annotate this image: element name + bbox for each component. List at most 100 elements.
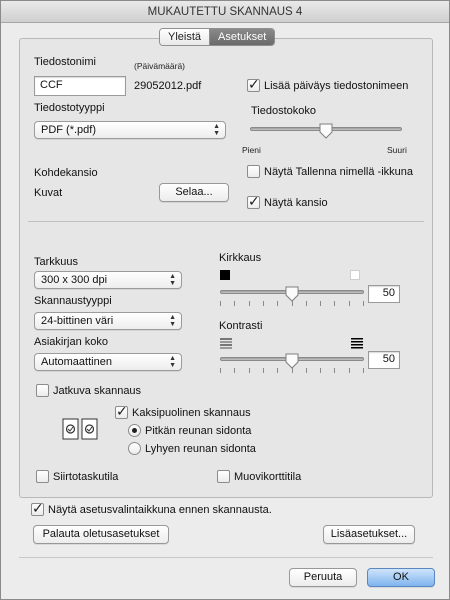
show-folder-box[interactable] xyxy=(247,193,260,210)
file-type-value: PDF (*.pdf) xyxy=(41,124,97,136)
plastic-card-checkbox[interactable]: Muovikorttitila xyxy=(217,470,301,483)
carrier-sheet-checkbox[interactable]: Siirtotaskutila xyxy=(36,470,118,483)
resolution-popup[interactable]: 300 x 300 dpi ▲ ▼ xyxy=(34,271,182,289)
updown-arrows-icon: ▲ ▼ xyxy=(169,355,176,369)
file-type-label: Tiedostotyyppi xyxy=(34,102,105,114)
add-date-checkbox[interactable]: Lisää päiväys tiedostonimeen xyxy=(247,76,409,93)
plastic-card-label: Muovikorttitila xyxy=(234,470,302,483)
add-date-label: Lisää päiväys tiedostonimeen xyxy=(264,79,409,92)
slider-tick xyxy=(220,368,221,373)
file-size-label: Tiedostokoko xyxy=(251,105,317,117)
duplex-scan-box[interactable] xyxy=(115,403,128,420)
black-square-icon xyxy=(220,270,230,280)
file-size-knob[interactable] xyxy=(319,123,333,139)
slider-tick xyxy=(334,368,335,373)
slider-tick xyxy=(363,368,364,373)
date-value: 29052012.pdf xyxy=(134,80,202,92)
contrast-ticks xyxy=(220,368,364,373)
contrast-label: Kontrasti xyxy=(219,320,263,332)
duplex-scan-checkbox[interactable]: Kaksipuolinen skannaus xyxy=(115,403,251,420)
long-edge-radio-button[interactable] xyxy=(128,424,141,437)
add-date-box[interactable] xyxy=(247,76,260,93)
contrast-knob[interactable] xyxy=(285,353,299,369)
file-type-popup[interactable]: PDF (*.pdf) ▲ ▼ xyxy=(34,121,226,139)
resolution-label: Tarkkuus xyxy=(34,256,79,268)
duplex-pages-icon xyxy=(62,418,98,440)
settings-panel: Tiedostonimi (Päivämäärä) CCF 29052012.p… xyxy=(19,38,433,498)
date-hint-label: (Päivämäärä) xyxy=(134,61,186,71)
slider-tick xyxy=(320,301,321,306)
high-contrast-icon xyxy=(351,338,363,349)
cancel-button[interactable]: Peruuta xyxy=(289,568,357,587)
slider-tick xyxy=(249,368,250,373)
show-save-as-checkbox[interactable]: Näytä Tallenna nimellä -ikkuna xyxy=(247,165,413,178)
slider-tick xyxy=(234,301,235,306)
brightness-value-field[interactable]: 50 xyxy=(368,285,400,303)
advanced-settings-button[interactable]: Lisäasetukset... xyxy=(323,525,415,544)
slider-tick xyxy=(306,301,307,306)
show-folder-label: Näytä kansio xyxy=(264,196,328,209)
plastic-card-box[interactable] xyxy=(217,470,230,483)
slider-tick xyxy=(363,301,364,306)
show-save-as-box[interactable] xyxy=(247,165,260,178)
scan-type-popup[interactable]: 24-bittinen väri ▲ ▼ xyxy=(34,312,182,330)
custom-scan-window: MUKAUTETTU SKANNAUS 4 Yleistä Asetukset … xyxy=(0,0,450,600)
show-dialog-label: Näytä asetusvalintaikkuna ennen skannaus… xyxy=(48,503,272,516)
slider-tick xyxy=(277,368,278,373)
show-dialog-box[interactable] xyxy=(31,500,44,517)
slider-tick xyxy=(349,368,350,373)
long-edge-label: Pitkän reunan sidonta xyxy=(145,424,252,437)
slider-tick xyxy=(292,368,293,373)
slider-tick xyxy=(263,368,264,373)
updown-arrows-icon: ▲ ▼ xyxy=(169,314,176,328)
brightness-knob[interactable] xyxy=(285,286,299,302)
short-edge-label: Lyhyen reunan sidonta xyxy=(145,442,256,455)
slider-tick xyxy=(334,301,335,306)
duplex-scan-label: Kaksipuolinen skannaus xyxy=(132,406,251,419)
scan-type-value: 24-bittinen väri xyxy=(41,315,114,327)
contrast-value-field[interactable]: 50 xyxy=(368,351,400,369)
tab-general[interactable]: Yleistä xyxy=(160,29,210,45)
tab-bar: Yleistä Asetukset xyxy=(159,28,276,46)
brightness-label: Kirkkaus xyxy=(219,252,262,264)
document-size-popup[interactable]: Automaattinen ▲ ▼ xyxy=(34,353,182,371)
show-save-as-label: Näytä Tallenna nimellä -ikkuna xyxy=(264,165,413,178)
destination-value: Kuvat xyxy=(34,187,63,199)
slider-tick xyxy=(234,368,235,373)
carrier-sheet-label: Siirtotaskutila xyxy=(53,470,119,483)
slider-tick xyxy=(263,301,264,306)
window-title: MUKAUTETTU SKANNAUS 4 xyxy=(1,1,449,23)
slider-tick xyxy=(220,301,221,306)
continuous-scan-checkbox[interactable]: Jatkuva skannaus xyxy=(36,384,141,397)
updown-arrows-icon: ▲ ▼ xyxy=(169,273,176,287)
file-size-min-label: Pieni xyxy=(242,145,261,155)
file-name-field[interactable]: CCF xyxy=(34,76,126,96)
footer-divider xyxy=(19,557,433,558)
long-edge-radio[interactable]: Pitkän reunan sidonta xyxy=(128,424,251,437)
resolution-value: 300 x 300 dpi xyxy=(41,274,108,286)
browse-button[interactable]: Selaa... xyxy=(159,183,229,202)
section-divider xyxy=(28,221,424,222)
continuous-scan-box[interactable] xyxy=(36,384,49,397)
file-size-max-label: Suuri xyxy=(387,145,407,155)
file-name-label: Tiedostonimi xyxy=(34,56,96,68)
destination-label: Kohdekansio xyxy=(34,167,98,179)
short-edge-radio[interactable]: Lyhyen reunan sidonta xyxy=(128,442,256,455)
carrier-sheet-box[interactable] xyxy=(36,470,49,483)
white-square-icon xyxy=(350,270,360,280)
slider-tick xyxy=(349,301,350,306)
ok-button[interactable]: OK xyxy=(367,568,435,587)
slider-tick xyxy=(320,368,321,373)
updown-arrows-icon: ▲ ▼ xyxy=(213,123,220,137)
document-size-value: Automaattinen xyxy=(41,356,112,368)
slider-tick xyxy=(249,301,250,306)
document-size-label: Asiakirjan koko xyxy=(34,336,108,348)
low-contrast-icon xyxy=(220,338,232,349)
show-folder-checkbox[interactable]: Näytä kansio xyxy=(247,193,328,210)
restore-defaults-button[interactable]: Palauta oletusasetukset xyxy=(33,525,169,544)
continuous-scan-label: Jatkuva skannaus xyxy=(53,384,142,397)
show-dialog-checkbox[interactable]: Näytä asetusvalintaikkuna ennen skannaus… xyxy=(31,500,272,517)
tab-settings[interactable]: Asetukset xyxy=(209,29,275,45)
short-edge-radio-button[interactable] xyxy=(128,442,141,455)
slider-tick xyxy=(277,301,278,306)
